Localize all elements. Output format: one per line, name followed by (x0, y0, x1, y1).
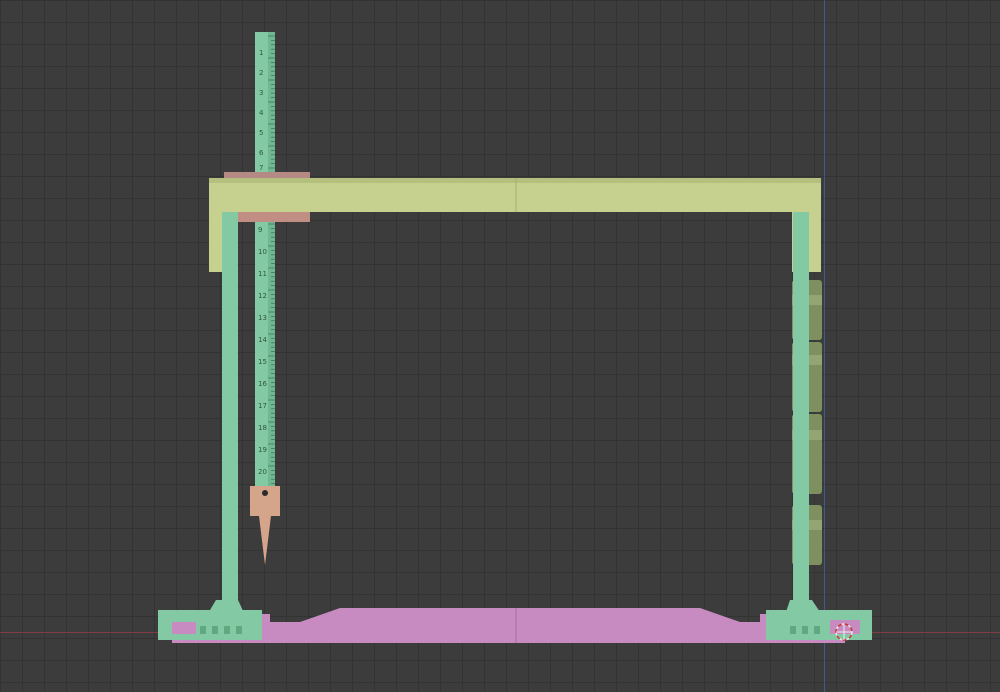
ruler-label: 16 (258, 380, 267, 388)
ruler-label: 3 (259, 89, 263, 97)
ruler-label: 12 (258, 292, 267, 300)
model-view[interactable]: 1 2 3 4 5 6 7 9 10 11 12 13 14 15 16 17 … (0, 0, 1000, 692)
base-plate[interactable] (172, 608, 845, 643)
ruler-label: 14 (258, 336, 267, 344)
ruler-label: 17 (258, 402, 267, 410)
base-foot-left[interactable] (158, 610, 262, 640)
ruler-label: 9 (258, 226, 262, 234)
ruler-label: 6 (259, 149, 264, 157)
ruler-label: 4 (259, 109, 264, 117)
3d-cursor-icon[interactable] (835, 623, 853, 641)
ruler-label: 19 (258, 446, 267, 454)
base-foot-right[interactable] (766, 610, 872, 640)
ruler-label: 1 (259, 49, 263, 57)
ruler-label: 11 (258, 270, 267, 278)
ruler-label: 13 (258, 314, 267, 322)
ruler-label: 15 (258, 358, 267, 366)
left-post[interactable] (210, 212, 245, 630)
ruler-label: 7 (259, 164, 263, 172)
vertical-ruler[interactable]: 1 2 3 4 5 6 7 9 10 11 12 13 14 15 16 17 … (255, 32, 275, 490)
ruler-label: 5 (259, 129, 263, 137)
ruler-label: 10 (258, 248, 267, 256)
top-beam[interactable] (209, 172, 821, 272)
ruler-label: 18 (258, 424, 267, 432)
scribe-pointer[interactable] (250, 486, 280, 565)
ruler-label: 20 (258, 468, 267, 476)
ruler-label: 2 (259, 69, 263, 77)
3d-viewport[interactable]: 1 2 3 4 5 6 7 9 10 11 12 13 14 15 16 17 … (0, 0, 1000, 692)
